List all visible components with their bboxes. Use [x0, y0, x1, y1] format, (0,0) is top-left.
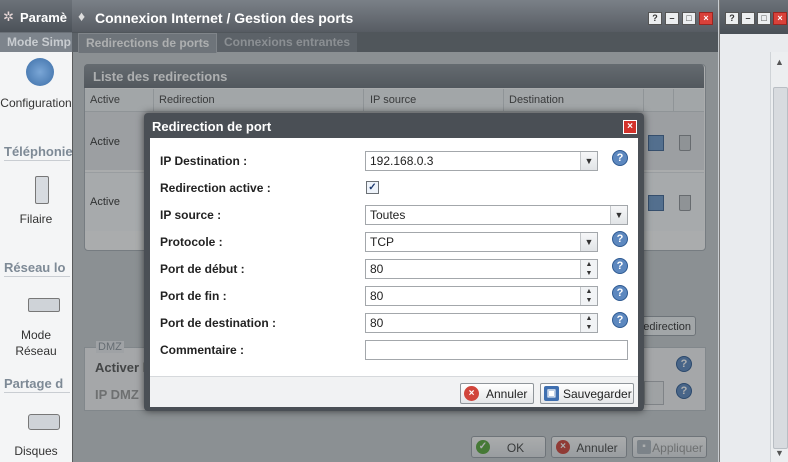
port-debut-label: Port de début :	[160, 262, 245, 276]
port-debut-input[interactable]: 80	[365, 259, 598, 279]
ip-source-value: Toutes	[370, 208, 406, 222]
port-destination-label: Port de destination :	[160, 316, 277, 330]
sidebar-item-configuration[interactable]: Configuration	[0, 96, 72, 110]
port-destination-value: 80	[370, 316, 384, 330]
help-icon[interactable]: ?	[612, 312, 628, 328]
dialog-cancel-button[interactable]: × Annuler	[460, 383, 534, 404]
chevron-down-icon[interactable]: ▼	[580, 152, 597, 170]
close-button[interactable]: ×	[699, 12, 713, 25]
help-icon[interactable]: ?	[612, 150, 628, 166]
chevron-down-icon[interactable]: ▼	[610, 206, 627, 224]
port-fin-input[interactable]: 80	[365, 286, 598, 306]
minimize-button[interactable]: –	[665, 12, 679, 25]
help-button-outer[interactable]: ?	[725, 12, 739, 25]
save-icon: ▣	[544, 386, 559, 401]
close-button-outer[interactable]: ×	[773, 12, 787, 25]
help-icon[interactable]: ?	[612, 285, 628, 301]
help-icon[interactable]: ?	[612, 231, 628, 247]
ip-destination-value: 192.168.0.3	[370, 154, 434, 168]
dialog-title: Redirection de port	[152, 119, 272, 134]
disk-icon	[28, 414, 60, 430]
sidebar-divider	[4, 160, 70, 161]
cancel-icon: ×	[464, 386, 479, 401]
port-debut-stepper[interactable]: ▲ ▼	[580, 260, 597, 278]
protocole-label: Protocole :	[160, 235, 223, 249]
phone-icon	[35, 176, 49, 204]
maximize-button-outer[interactable]: □	[757, 12, 771, 25]
commentaire-input[interactable]	[365, 340, 628, 360]
sidebar-item-filaire[interactable]: Filaire	[0, 212, 72, 226]
sidebar-item-mode-line2[interactable]: Réseau	[0, 344, 72, 358]
redirection-active-checkbox[interactable]: ✓	[366, 181, 379, 194]
sidebar-section-telephonie: Téléphonie	[4, 144, 73, 159]
help-icon[interactable]: ?	[612, 258, 628, 274]
minimize-button-outer[interactable]: –	[741, 12, 755, 25]
sidebar-section-reseau-local: Réseau lo	[4, 260, 66, 275]
sidebar-section-partage: Partage d	[4, 376, 64, 391]
scroll-down-icon[interactable]: ▼	[775, 448, 784, 458]
dialog-cancel-label: Annuler	[486, 387, 528, 401]
ports-window-title: Connexion Internet / Gestion des ports	[95, 10, 354, 26]
dialog-save-label: Sauvegarder	[563, 387, 632, 401]
sidebar-item-mode-line1[interactable]: Mode	[0, 328, 72, 342]
ip-destination-select[interactable]: 192.168.0.3	[365, 151, 598, 171]
background-window-title: Paramè	[20, 10, 67, 25]
ip-source-label: IP source :	[160, 208, 222, 222]
pin-icon: ♦	[78, 8, 86, 24]
tab-mode-simple[interactable]: Mode Simp	[0, 33, 79, 52]
configuration-gear-icon	[26, 58, 54, 86]
sidebar-divider	[4, 392, 70, 393]
chevron-down-icon[interactable]: ▼	[580, 233, 597, 251]
protocole-select[interactable]: TCP	[365, 232, 598, 252]
protocole-value: TCP	[370, 235, 394, 249]
settings-icon: ✲	[3, 9, 14, 24]
port-fin-value: 80	[370, 289, 384, 303]
help-button[interactable]: ?	[648, 12, 662, 25]
sidebar-item-disques[interactable]: Disques	[0, 444, 72, 458]
redirection-active-label: Redirection active :	[160, 181, 271, 195]
port-debut-value: 80	[370, 262, 384, 276]
ip-source-select[interactable]: Toutes	[365, 205, 628, 225]
sidebar-divider	[4, 276, 70, 277]
port-destination-input[interactable]: 80	[365, 313, 598, 333]
port-fin-stepper[interactable]: ▲ ▼	[580, 287, 597, 305]
dialog-save-button[interactable]: ▣ Sauvegarder	[540, 383, 634, 404]
scroll-up-icon[interactable]: ▲	[775, 57, 784, 67]
port-destination-stepper[interactable]: ▲ ▼	[580, 314, 597, 332]
port-fin-label: Port de fin :	[160, 289, 227, 303]
sidebar: Configuration Téléphonie Filaire Réseau …	[0, 52, 73, 462]
ip-destination-label: IP Destination :	[160, 154, 248, 168]
commentaire-label: Commentaire :	[160, 343, 245, 357]
dialog-close-icon[interactable]: ×	[623, 120, 637, 134]
scrollbar-thumb[interactable]	[773, 87, 788, 449]
maximize-button[interactable]: □	[682, 12, 696, 25]
router-icon	[28, 298, 60, 312]
